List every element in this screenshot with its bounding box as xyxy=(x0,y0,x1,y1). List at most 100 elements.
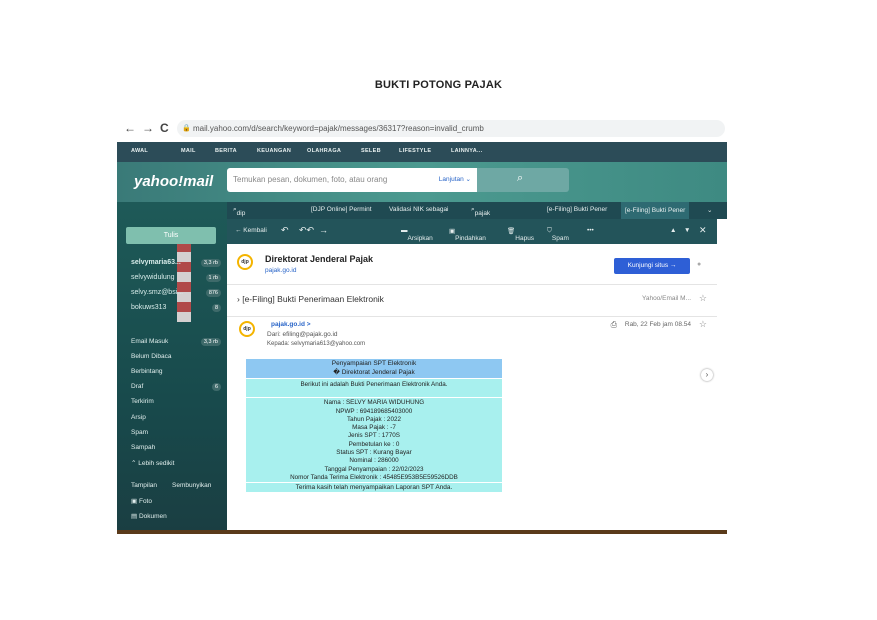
account-item[interactable]: selvywidulung xyxy=(131,274,175,281)
nav-home[interactable]: AWAL xyxy=(131,148,148,154)
hide-views-link[interactable]: Sembunyikan xyxy=(172,482,211,489)
receipt-line: Pembetulan ke : 0 xyxy=(348,440,400,448)
show-less-toggle[interactable]: ⌃ Lebih sedikit xyxy=(131,459,174,467)
receipt-line: Nominal : 286000 xyxy=(349,457,399,465)
folder-starred[interactable]: Berbintang xyxy=(131,368,162,375)
archive-button[interactable]: ▬ Arsipkan xyxy=(401,227,433,242)
receipt-line: Tahun Pajak : 2022 xyxy=(347,415,401,423)
sender-url[interactable]: pajak.go.id xyxy=(265,267,296,274)
folder-archive[interactable]: Arsip xyxy=(131,414,146,421)
message-card: djp pajak.go.id > Dari: efiling@pajak.go… xyxy=(227,316,717,534)
receipt-line: Nomor Tanda Terima Elektronik : 45485E95… xyxy=(290,473,458,481)
compose-button[interactable]: Tulis xyxy=(126,227,216,244)
nav-sports[interactable]: OLAHRAGA xyxy=(307,148,341,154)
receipt-details: Nama : SELVY MARIA WIDUHUNG NPWP : 69418… xyxy=(246,397,502,483)
yahoo-top-nav: AWAL MAIL BERITA KEUANGAN OLAHRAGA SELEB… xyxy=(117,142,727,162)
view-photos[interactable]: ▣ Foto xyxy=(131,497,152,505)
folder-spam[interactable]: Spam xyxy=(131,429,148,436)
folder-unread[interactable]: Belum Dibaca xyxy=(131,353,171,360)
account-count: 876 xyxy=(205,289,221,297)
close-icon[interactable]: ✕ xyxy=(699,225,707,236)
message-date: Rab, 22 Feb jam 08.54 xyxy=(624,321,691,328)
tab-item[interactable]: ⌕ dip xyxy=(233,206,245,217)
receipt-line: Masa Pajak : -7 xyxy=(352,424,396,432)
receipt-line: NPWP : 694189685403000 xyxy=(335,407,413,415)
nav-news[interactable]: BERITA xyxy=(215,148,237,154)
account-count: 1 rb xyxy=(205,274,221,282)
nav-finance[interactable]: KEUANGAN xyxy=(257,148,291,154)
reply-icon[interactable]: ↶ xyxy=(281,225,289,236)
nav-mail[interactable]: MAIL xyxy=(181,148,196,154)
reload-icon[interactable]: C xyxy=(160,121,169,135)
delete-button[interactable]: 🗑 Hapus xyxy=(507,227,534,242)
message-panel: ← Kembali ↶ ↶↶ → ▬ Arsipkan ▣ Pindahkan … xyxy=(227,219,717,534)
receipt-line: Nama : SELVY MARIA WIDUHUNG xyxy=(323,399,425,407)
sidebar: Tulis selvymaria63... 3,3 rb selvywidulu… xyxy=(117,202,227,534)
screenshot-frame: ← → C 🔒 mail.yahoo.com/d/search/keyword=… xyxy=(117,116,727,534)
folder-inbox[interactable]: Email Masuk xyxy=(131,338,168,345)
forward-arrow-icon[interactable]: → xyxy=(142,121,154,135)
inbox-count: 3,3 rb xyxy=(200,338,221,346)
account-count: 8 xyxy=(211,304,221,312)
forward-icon[interactable]: → xyxy=(319,225,328,235)
account-count: 3,3 rb xyxy=(200,259,221,267)
account-item[interactable]: selvymaria63... xyxy=(131,259,181,266)
address-url: mail.yahoo.com/d/search/keyword=pajak/me… xyxy=(193,124,484,133)
prev-message-icon[interactable]: ▲ xyxy=(670,227,676,234)
folder-drafts[interactable]: Draf xyxy=(131,383,143,390)
tabs-overflow-chevron-icon[interactable]: ⌄ xyxy=(707,206,712,214)
from-address: Dari: efiling@pajak.go.id xyxy=(267,331,338,338)
sender-row: djp Direktorat Jenderal Pajak pajak.go.i… xyxy=(227,244,717,285)
tab-item-active[interactable]: [e-Filing] Bukti Pener xyxy=(621,202,690,219)
tab-item[interactable]: ⌕ pajak xyxy=(471,206,490,217)
back-arrow-icon[interactable]: ← xyxy=(124,121,136,135)
view-documents[interactable]: ▤ Dokumen xyxy=(131,512,167,520)
photo-icon: ▣ xyxy=(131,498,138,505)
from-name-link[interactable]: pajak.go.id > xyxy=(271,321,311,328)
spam-button[interactable]: ⛉ Spam xyxy=(547,227,569,242)
receipt-intro: Berikut ini adalah Bukti Penerimaan Elek… xyxy=(246,378,502,398)
receipt-line: Tanggal Penyampaian : 22/02/2023 xyxy=(324,465,424,473)
document-icon: ▤ xyxy=(131,513,138,520)
djp-logo: djp xyxy=(237,254,253,270)
receipt-line: Jenis SPT : 1770S xyxy=(347,432,401,440)
print-icon[interactable]: ⎙ xyxy=(611,320,617,330)
nav-lifestyle[interactable]: LIFESTYLE xyxy=(399,148,431,154)
receipt-footer: Terima kasih telah menyampaikan Laporan … xyxy=(246,482,502,493)
mail-header: yahoo!mail Temukan pesan, dokumen, foto,… xyxy=(117,162,727,202)
lock-icon: 🔒 xyxy=(182,125,191,132)
address-bar[interactable]: 🔒 mail.yahoo.com/d/search/keyword=pajak/… xyxy=(177,120,725,137)
tab-item[interactable]: [DJP Online] Permint xyxy=(311,206,372,213)
yahoo-mail-logo[interactable]: yahoo!mail xyxy=(134,173,213,190)
account-item[interactable]: bokuws313 xyxy=(131,304,166,311)
message-subject: › [e-Filing] Bukti Penerimaan Elektronik xyxy=(237,294,384,304)
star-icon[interactable]: ☆ xyxy=(699,319,707,330)
nav-celeb[interactable]: SELEB xyxy=(361,148,381,154)
sender-avatar-logo: djp xyxy=(239,321,255,337)
tab-item[interactable]: Validasi NIK sebagai xyxy=(389,206,449,213)
search-input[interactable]: Temukan pesan, dokumen, foto, atau orang… xyxy=(227,168,477,192)
search-button[interactable]: ⌕ xyxy=(477,168,569,192)
browser-bar: ← → C 🔒 mail.yahoo.com/d/search/keyword=… xyxy=(117,116,727,143)
nav-more[interactable]: LAINNYA... xyxy=(451,148,483,154)
move-button[interactable]: ▣ Pindahkan xyxy=(449,227,486,242)
more-actions-button[interactable]: ••• xyxy=(587,227,594,234)
sender-name[interactable]: Direktorat Jenderal Pajak xyxy=(265,254,373,264)
next-message-icon[interactable]: ▼ xyxy=(684,227,690,234)
reply-all-icon[interactable]: ↶↶ xyxy=(299,225,314,236)
info-icon[interactable]: ● xyxy=(697,261,701,268)
star-icon[interactable]: ☆ xyxy=(699,293,707,304)
taskbar-strip xyxy=(117,530,727,534)
views-label: Tampilan xyxy=(131,482,158,489)
to-address: Kepada: selvymaria613@yahoo.com xyxy=(267,341,366,347)
account-item[interactable]: selvy.smz@bsi... xyxy=(131,289,183,296)
folder-sent[interactable]: Terkirim xyxy=(131,398,154,405)
folder-trash[interactable]: Sampah xyxy=(131,444,155,451)
tab-item[interactable]: [e-Filing] Bukti Pener xyxy=(547,206,607,213)
back-button[interactable]: ← Kembali xyxy=(235,227,267,234)
scroll-right-chevron-icon[interactable]: › xyxy=(701,369,713,381)
search-icon: ⌕ xyxy=(517,172,524,184)
lighthouse-illustration xyxy=(177,242,191,322)
advanced-search-toggle[interactable]: Lanjutan ⌄ xyxy=(439,168,471,192)
visit-site-button[interactable]: Kunjungi situs → xyxy=(614,258,690,274)
